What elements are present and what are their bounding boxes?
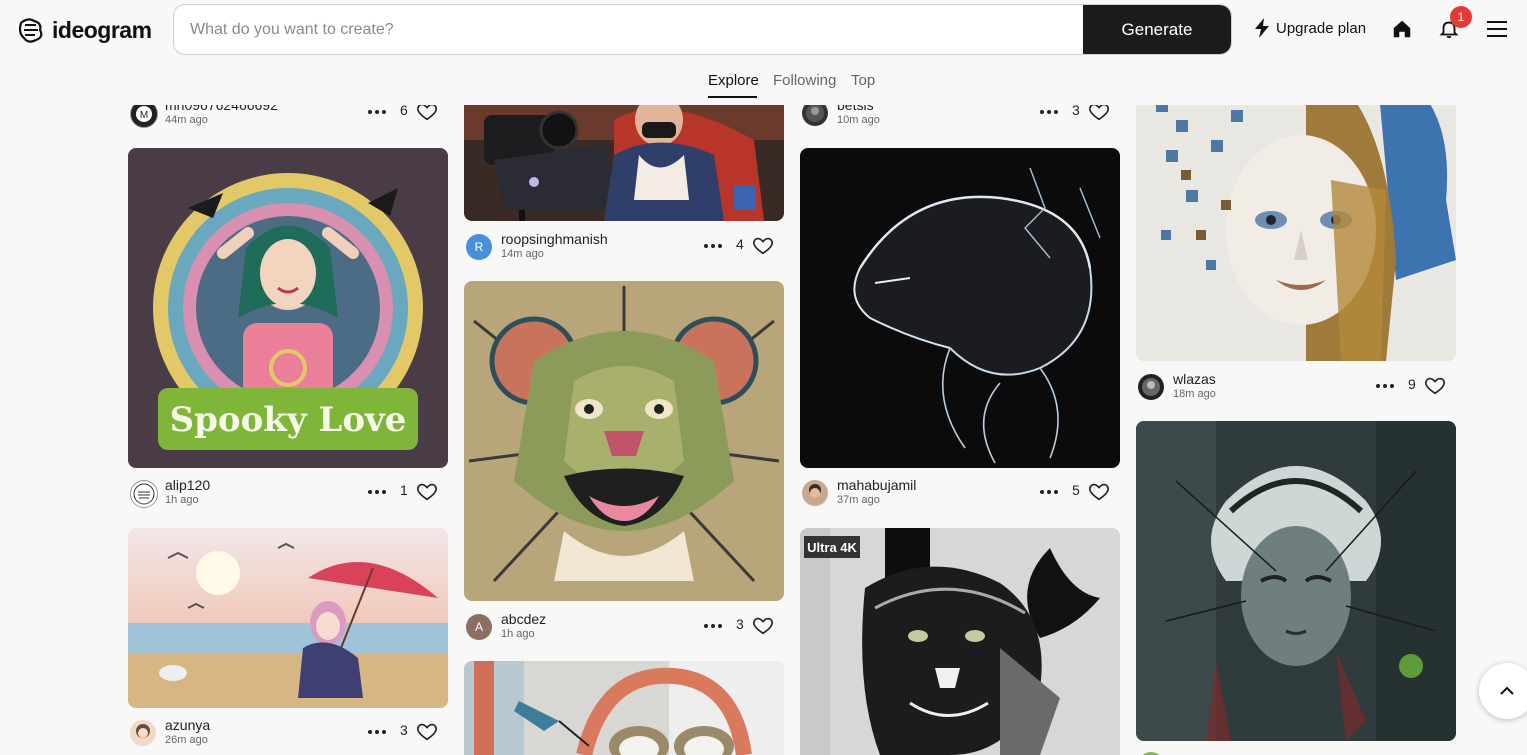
upgrade-plan-button[interactable]: Upgrade plan bbox=[1254, 18, 1366, 38]
more-options-button[interactable] bbox=[701, 234, 725, 258]
brand-logo[interactable]: ideogram bbox=[16, 14, 152, 46]
post-image-beach-girl[interactable] bbox=[128, 528, 448, 708]
post-meta: A abcdez 1h ago 3 bbox=[464, 610, 784, 644]
username[interactable]: mahabujamil bbox=[837, 477, 916, 493]
menu-button[interactable] bbox=[1483, 15, 1511, 43]
heart-icon[interactable] bbox=[1424, 374, 1446, 396]
explore-feed: M mn096762466692 44m ago 6 Spooky Love a… bbox=[0, 0, 1527, 755]
heart-icon[interactable] bbox=[416, 720, 438, 742]
like-count: 5 bbox=[1072, 482, 1080, 498]
tab-top[interactable]: Top bbox=[851, 72, 875, 89]
username[interactable]: roopsinghmanish bbox=[501, 231, 608, 247]
post-time: 10m ago bbox=[837, 114, 880, 126]
post-meta: R roopsinghmanish 14m ago 4 bbox=[464, 230, 784, 264]
post-time: 1h ago bbox=[165, 494, 199, 506]
svg-text:M: M bbox=[140, 110, 148, 121]
like-count: 3 bbox=[736, 616, 744, 632]
post-time: 37m ago bbox=[837, 494, 880, 506]
like-count: 3 bbox=[400, 722, 408, 738]
generate-button[interactable]: Generate bbox=[1083, 5, 1231, 54]
home-icon bbox=[1393, 20, 1411, 38]
post-time: 14m ago bbox=[501, 248, 544, 260]
post-image-hummingbird[interactable] bbox=[464, 661, 784, 755]
post-meta-partial bbox=[1136, 748, 1456, 755]
heart-icon[interactable] bbox=[1088, 480, 1110, 502]
user-avatar[interactable] bbox=[1138, 374, 1164, 400]
user-avatar[interactable]: R bbox=[466, 234, 492, 260]
more-options-button[interactable] bbox=[365, 720, 389, 744]
scroll-to-top-button[interactable] bbox=[1479, 663, 1527, 719]
image-text-ultra-4k: Ultra 4K bbox=[807, 540, 857, 555]
more-options-button[interactable] bbox=[365, 480, 389, 504]
heart-icon[interactable] bbox=[752, 234, 774, 256]
ideogram-logo-icon bbox=[18, 18, 43, 43]
post-time: 44m ago bbox=[165, 114, 208, 126]
more-options-button[interactable] bbox=[1373, 374, 1397, 398]
user-avatar[interactable] bbox=[130, 480, 158, 508]
heart-icon[interactable] bbox=[752, 614, 774, 636]
tab-explore[interactable]: Explore bbox=[708, 72, 759, 89]
more-options-button[interactable] bbox=[1037, 480, 1061, 504]
like-count: 1 bbox=[400, 482, 408, 498]
home-button[interactable] bbox=[1388, 15, 1416, 43]
post-meta: wlazas 18m ago 9 bbox=[1136, 370, 1456, 404]
post-time: 18m ago bbox=[1173, 388, 1216, 400]
post-image-lion[interactable] bbox=[464, 281, 784, 601]
post-time: 1h ago bbox=[501, 628, 535, 640]
post-image-dark-face[interactable] bbox=[1136, 421, 1456, 741]
post-image-lightning-panther[interactable] bbox=[800, 148, 1120, 468]
user-avatar[interactable]: A bbox=[466, 614, 492, 640]
like-count: 9 bbox=[1408, 376, 1416, 392]
like-count: 4 bbox=[736, 236, 744, 252]
hamburger-menu-icon bbox=[1487, 21, 1507, 37]
prompt-bar: Generate bbox=[173, 4, 1232, 55]
username[interactable]: abcdez bbox=[501, 611, 546, 627]
feed-tabs: Explore Following Top bbox=[0, 60, 1527, 105]
chevron-up-icon bbox=[1500, 686, 1514, 695]
notification-badge: 1 bbox=[1450, 6, 1472, 28]
post-meta: mahabujamil 37m ago 5 bbox=[800, 476, 1120, 510]
heart-icon[interactable] bbox=[416, 480, 438, 502]
more-options-button[interactable] bbox=[701, 614, 725, 638]
post-meta: azunya 26m ago 3 bbox=[128, 716, 448, 750]
image-text-spooky-love: Spooky Love bbox=[170, 400, 407, 440]
user-avatar[interactable] bbox=[802, 480, 828, 506]
username[interactable]: wlazas bbox=[1173, 371, 1216, 387]
post-image-spooky-love[interactable]: Spooky Love bbox=[128, 148, 448, 468]
upgrade-plan-label: Upgrade plan bbox=[1276, 19, 1367, 37]
top-header: ideogram Generate Upgrade plan 1 bbox=[0, 0, 1527, 60]
username[interactable]: azunya bbox=[165, 717, 210, 733]
post-image-pixel-face[interactable] bbox=[1136, 60, 1456, 361]
post-image-ultra-panther[interactable]: Ultra 4K bbox=[800, 528, 1120, 755]
username[interactable]: alip120 bbox=[165, 477, 210, 493]
active-tab-indicator bbox=[708, 96, 757, 98]
brand-name: ideogram bbox=[52, 16, 152, 43]
tab-following[interactable]: Following bbox=[773, 72, 836, 89]
user-avatar[interactable] bbox=[130, 720, 156, 746]
prompt-input[interactable] bbox=[174, 5, 1083, 54]
lightning-icon bbox=[1255, 18, 1269, 38]
post-time: 26m ago bbox=[165, 734, 208, 746]
post-meta: alip120 1h ago 1 bbox=[128, 476, 448, 510]
